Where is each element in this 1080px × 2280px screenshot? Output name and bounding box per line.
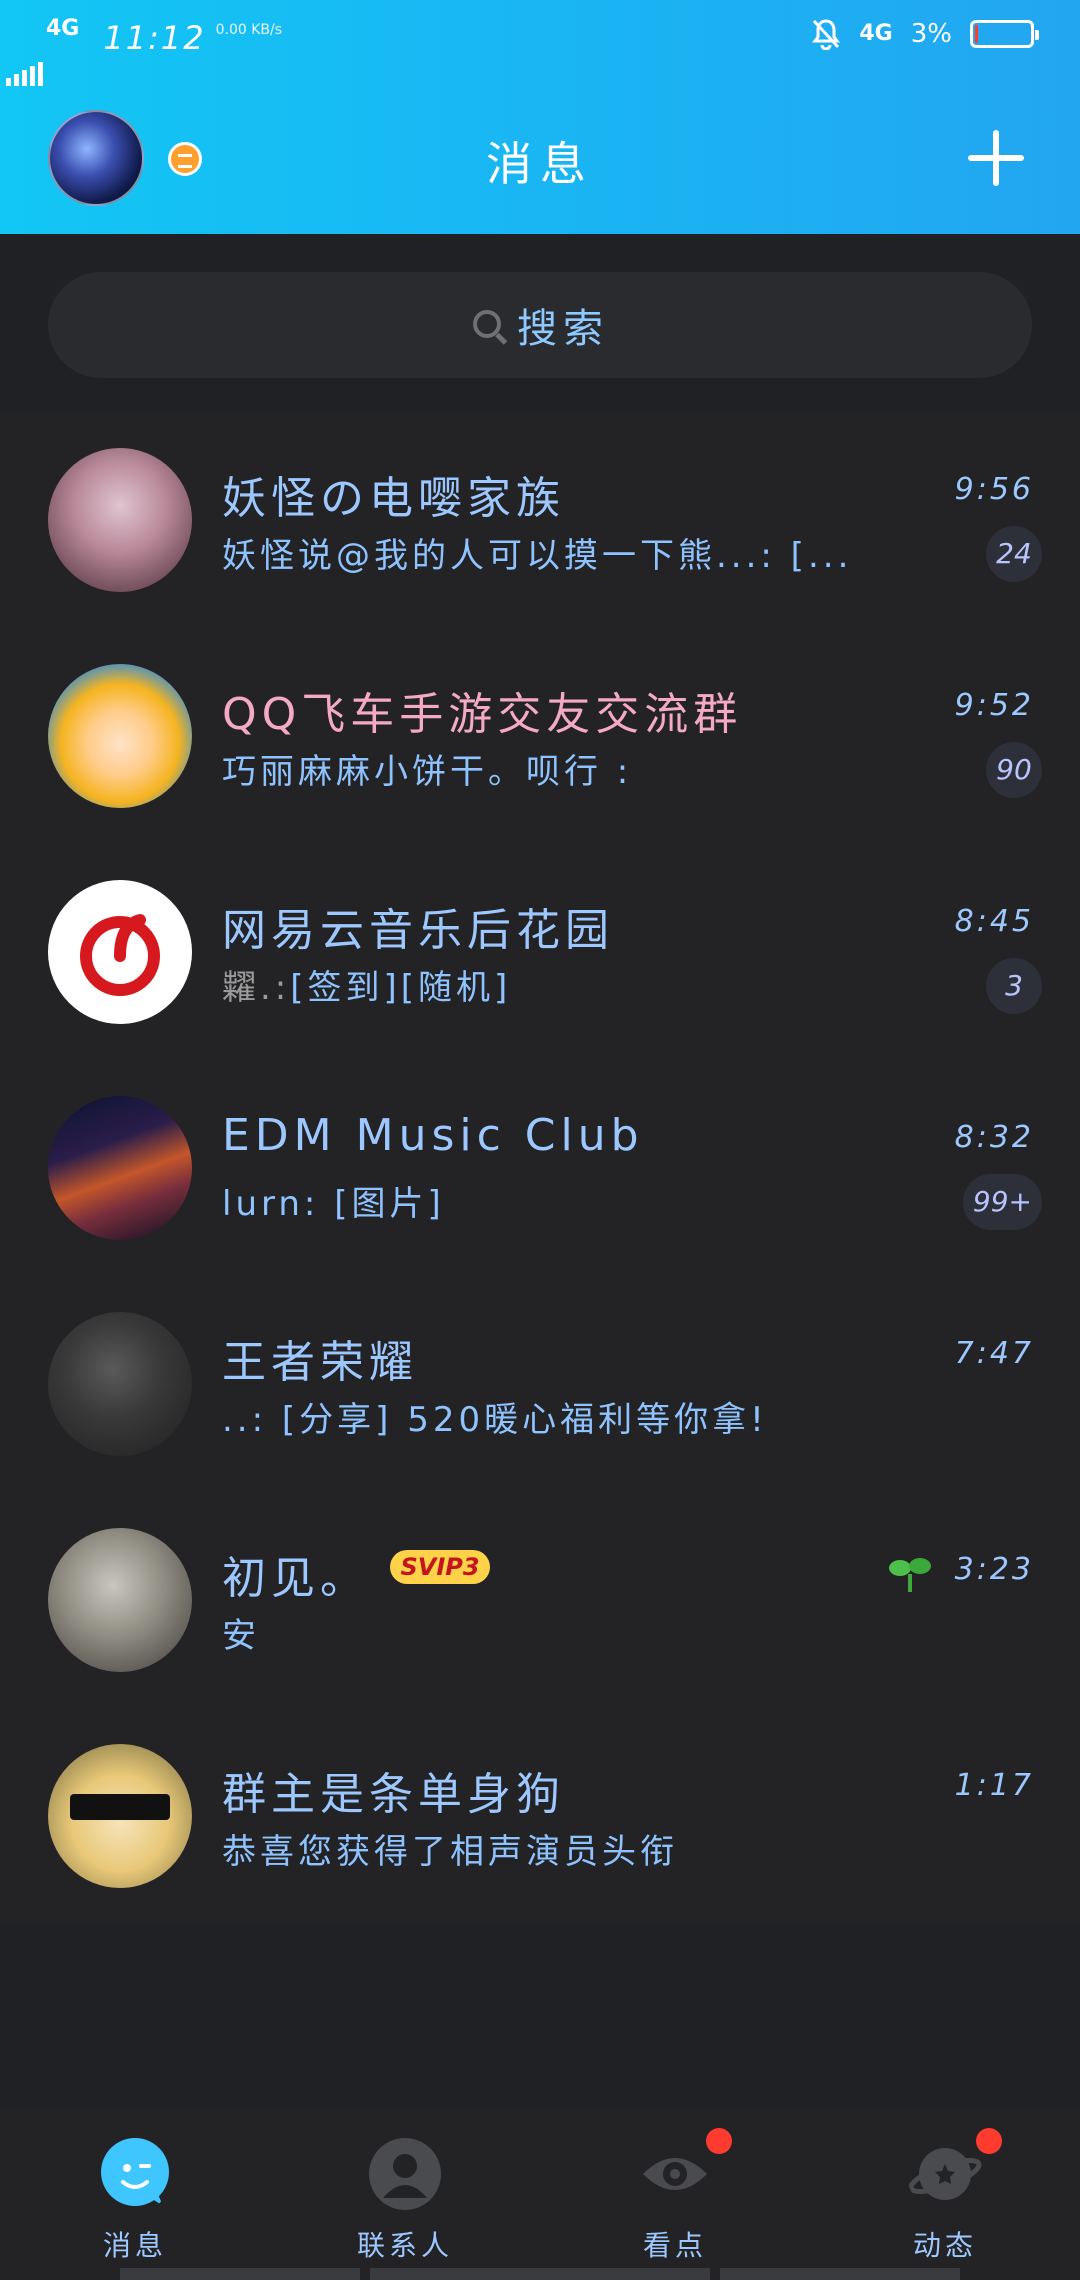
conversation-preview: 安	[222, 1616, 260, 1656]
nav-indicator	[120, 2268, 360, 2280]
eye-icon	[643, 2158, 707, 2190]
conversation-preview: lurn: [图片]	[222, 1184, 445, 1224]
status-bar: 4G 11:12 0.00 KB/s 4G 3%	[0, 0, 1080, 86]
planet-icon	[908, 2148, 982, 2200]
bell-off-icon	[812, 19, 841, 50]
conversation-name: 网易云音乐后花园	[222, 905, 614, 956]
conversation-avatar	[48, 448, 192, 592]
conversation-row[interactable]: 王者荣耀 ..: [分享] 520暖心福利等你拿! 7:47	[0, 1276, 1080, 1492]
conversation-preview: 妖怪说@我的人可以摸一下熊...: [...	[222, 536, 853, 576]
conversation-name: QQ飞车手游交友交流群	[222, 689, 743, 740]
conversation-time: 7:47	[954, 1336, 1034, 1371]
signal-bars-icon	[6, 62, 79, 86]
unread-badge: 90	[986, 742, 1042, 798]
status-time: 11:12	[103, 19, 206, 57]
svip-badge: SVIP3	[390, 1550, 490, 1584]
search-placeholder: 搜索	[517, 306, 609, 352]
nav-indicator	[720, 2268, 960, 2280]
conversation-avatar	[48, 1312, 192, 1456]
tab-contacts[interactable]: 联系人	[270, 2110, 540, 2280]
tab-label: 动态	[912, 2229, 977, 2262]
signal-indicator: 4G	[6, 16, 80, 86]
conversation-row[interactable]: 网易云音乐后花园 糶.:[签到][随机] 8:45 3	[0, 844, 1080, 1060]
conversation-preview: ..: [分享] 520暖心福利等你拿!	[222, 1400, 768, 1440]
netease-music-avatar	[48, 880, 192, 1024]
search-bar[interactable]: 搜索	[48, 272, 1032, 378]
app-header: 4G 11:12 0.00 KB/s 4G 3% 消息	[0, 0, 1080, 234]
notification-dot	[976, 2128, 1002, 2154]
conversation-row[interactable]: 初见。 SVIP3 安 3:23	[0, 1492, 1080, 1708]
conversation-row[interactable]: EDM Music Club lurn: [图片] 8:32 99+	[0, 1060, 1080, 1276]
conversation-avatar	[48, 1096, 192, 1240]
conversation-row[interactable]: 妖怪の电嘤家族 妖怪说@我的人可以摸一下熊...: [... 9:56 24	[0, 412, 1080, 628]
conversation-name: 王者荣耀	[222, 1337, 418, 1388]
notification-dot	[706, 2128, 732, 2154]
conversation-row[interactable]: 群主是条单身狗 恭喜您获得了相声演员头衔 1:17	[0, 1708, 1080, 1924]
conversation-time: 8:32	[954, 1120, 1034, 1155]
chat-bubble-icon	[101, 2138, 169, 2206]
contacts-icon	[369, 2138, 441, 2210]
nav-indicator	[370, 2268, 710, 2280]
bottom-tab-bar: 消息 联系人 看点 动态	[0, 2110, 1080, 2280]
battery-percent: 3%	[910, 19, 952, 49]
netease-music-icon	[80, 914, 160, 996]
network-type-right: 4G	[859, 21, 893, 46]
tab-label: 联系人	[356, 2229, 453, 2262]
tab-label: 消息	[102, 2229, 167, 2262]
preview-sender: 糶.:	[222, 968, 291, 1008]
conversation-avatar	[48, 664, 192, 808]
network-type: 4G	[46, 16, 80, 41]
battery-icon	[970, 20, 1039, 48]
tab-label: 看点	[642, 2229, 707, 2262]
conversation-preview: 恭喜您获得了相声演员头衔	[222, 1832, 678, 1872]
conversation-avatar	[48, 1744, 192, 1888]
sprout-icon	[889, 1558, 931, 1592]
unread-badge: 3	[986, 958, 1042, 1014]
page-title: 消息	[486, 137, 594, 191]
conversation-list: 妖怪の电嘤家族 妖怪说@我的人可以摸一下熊...: [... 9:56 24 Q…	[0, 412, 1080, 1922]
tab-discover[interactable]: 看点	[540, 2110, 810, 2280]
conversation-time: 9:52	[954, 688, 1034, 723]
conversation-name: 妖怪の电嘤家族	[222, 473, 565, 524]
add-plus-icon[interactable]	[968, 130, 1024, 186]
unread-badge: 99+	[962, 1174, 1042, 1230]
tab-moments[interactable]: 动态	[810, 2110, 1080, 2280]
conversation-preview: 糶.:[签到][随机]	[222, 960, 882, 1009]
conversation-preview: 巧丽麻麻小饼干。呗行 :	[222, 752, 633, 792]
unread-badge: 24	[986, 526, 1042, 582]
conversation-avatar	[48, 1528, 192, 1672]
conversation-name: EDM Music Club	[222, 1110, 644, 1161]
preview-text: [签到][随机]	[290, 968, 512, 1008]
conversation-time: 3:23	[954, 1552, 1034, 1587]
conversation-time: 1:17	[954, 1768, 1034, 1803]
conversation-name: 初见。	[222, 1553, 369, 1604]
tab-messages[interactable]: 消息	[0, 2110, 270, 2280]
conversation-name: 群主是条单身狗	[222, 1769, 565, 1820]
conversation-row[interactable]: QQ飞车手游交友交流群 巧丽麻麻小饼干。呗行 : 9:52 90	[0, 628, 1080, 844]
network-speed: 0.00 KB/s	[215, 22, 283, 38]
conversation-time: 8:45	[954, 904, 1034, 939]
conversation-time: 9:56	[954, 472, 1034, 507]
search-icon	[471, 308, 505, 342]
